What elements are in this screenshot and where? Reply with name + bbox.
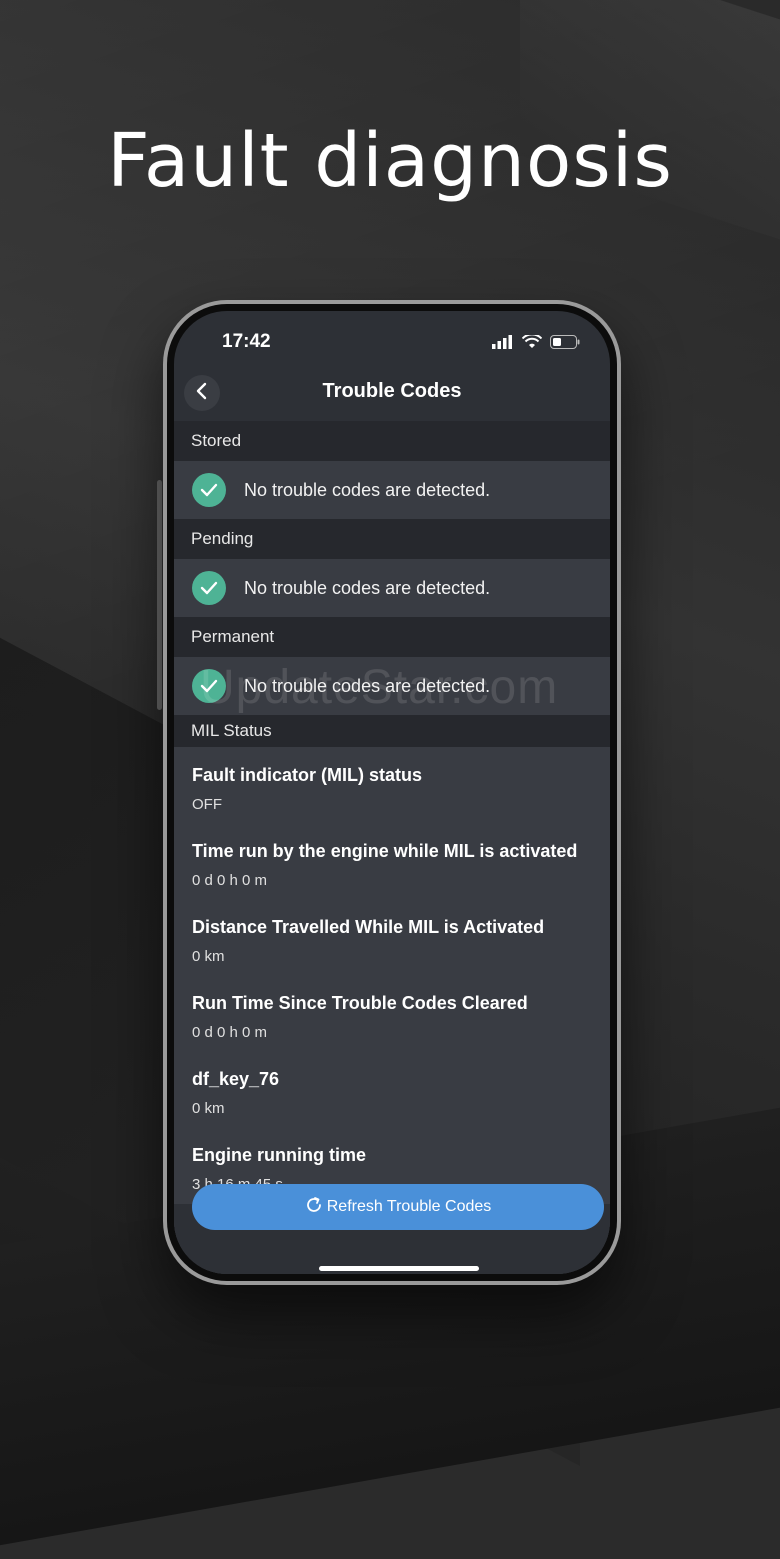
section-header-mil-status: MIL Status — [174, 715, 610, 747]
mil-item-value: 0 km — [192, 948, 225, 965]
check-circle-icon — [192, 571, 226, 605]
mil-item-label: Fault indicator (MIL) status — [192, 765, 423, 785]
refresh-trouble-codes-button[interactable]: Refresh Trouble Codes — [192, 1184, 604, 1230]
section-header-permanent: Permanent — [174, 617, 610, 657]
mil-item: df_key_76 0 km — [192, 1069, 600, 1117]
section-header-pending: Pending — [174, 519, 610, 559]
nav-bar: Trouble Codes — [174, 371, 610, 415]
mil-item: Fault indicator (MIL) status OFF — [192, 765, 600, 813]
status-message: No trouble codes are detected. — [244, 577, 491, 598]
watermark: UpdateStar.com — [200, 661, 559, 714]
list-item: No trouble codes are detected. — [174, 461, 610, 519]
phone-frame: 17:42 Trouble Codes Stored No trouble co… — [163, 300, 621, 1285]
headline: Fault diagnosis — [107, 118, 673, 204]
page-title: Trouble Codes — [322, 380, 462, 402]
check-circle-icon — [192, 473, 226, 507]
mil-item-label: Distance Travelled While MIL is Activate… — [192, 917, 545, 937]
mil-item-label: Run Time Since Trouble Codes Cleared — [192, 993, 528, 1013]
mil-item-label: Time run by the engine while MIL is acti… — [192, 841, 578, 861]
status-time: 17:42 — [222, 331, 271, 352]
signal-icon — [492, 335, 514, 354]
mil-item-label: df_key_76 — [192, 1069, 280, 1089]
phone-side-button — [157, 480, 162, 710]
app-screen: 17:42 Trouble Codes Stored No trouble co… — [174, 311, 610, 1274]
refresh-button-label: Refresh Trouble Codes — [326, 1198, 492, 1215]
status-message: No trouble codes are detected. — [244, 479, 491, 500]
home-indicator[interactable] — [319, 1266, 479, 1271]
list-item: No trouble codes are detected. — [174, 559, 610, 617]
wifi-icon — [521, 333, 543, 354]
mil-item: Run Time Since Trouble Codes Cleared 0 d… — [192, 993, 600, 1041]
mil-item: Distance Travelled While MIL is Activate… — [192, 917, 600, 965]
battery-icon — [550, 335, 580, 354]
mil-item-value: OFF — [192, 796, 222, 813]
mil-item-value: 0 d 0 h 0 m — [192, 1024, 268, 1041]
refresh-icon — [305, 1196, 323, 1219]
section-header-stored: Stored — [174, 421, 610, 461]
mil-item-label: Engine running time — [192, 1145, 366, 1165]
mil-item-value: 0 d 0 h 0 m — [192, 872, 268, 889]
mil-item-value: 0 km — [192, 1100, 225, 1117]
mil-item: Time run by the engine while MIL is acti… — [192, 841, 600, 889]
status-bar: 17:42 — [174, 331, 610, 361]
